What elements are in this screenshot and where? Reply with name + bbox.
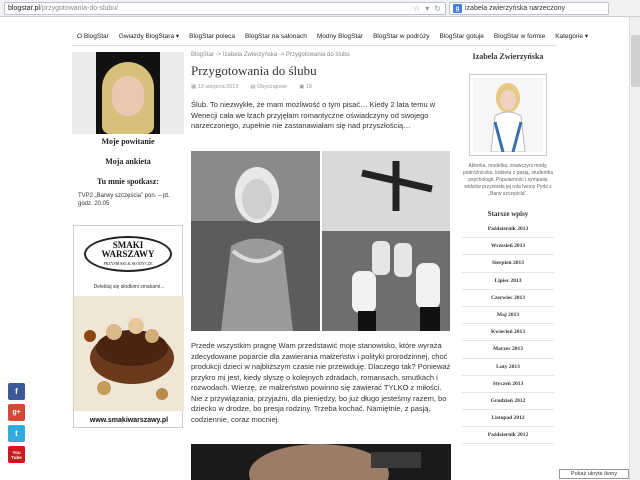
archive-item[interactable]: Styczeń 2013 (462, 376, 554, 393)
post-intro: Ślub. To niezwykłe, że mam możliwość o t… (191, 100, 436, 130)
tv-schedule: TVP2 „Barwy szczęścia” pon. – pt. godz. … (78, 193, 170, 207)
nav-item[interactable]: BlogStar poleca (184, 33, 240, 40)
nav-item[interactable]: BlogStar w podróży (368, 33, 434, 40)
shoes-photo-illustration (322, 151, 450, 331)
post-date: ▦ 13 sierpnia 2013 (191, 84, 239, 90)
google-plus-icon[interactable]: g+ (8, 404, 25, 421)
archive-item[interactable]: Marzec 2013 (462, 341, 554, 359)
scrollbar-thumb[interactable] (631, 35, 640, 87)
search-value: izabela zwierzyńska narzeczony (465, 5, 565, 12)
post-body: Przede wszystkim pragnę Wam przedstawić … (191, 341, 451, 424)
address-bar[interactable]: blogstar.pl /przygotowania-do-slubu/ ☆ ▾… (4, 2, 446, 15)
author-portrait[interactable] (72, 52, 184, 134)
archive-item[interactable]: Listopad 2012 (462, 410, 554, 428)
ad-logo: SMAKI WARSZAWY PRZYSMAKI & SŁODYCZE (84, 236, 172, 272)
main-nav: O BlogStar Gwiazdy BlogStara ▾ BlogStar … (72, 28, 588, 44)
sidebar: Izabela Zwierzyńska Aktorka, modelka, zn… (462, 52, 554, 445)
tray-tooltip: Pokaż ukryte ikony (559, 469, 629, 479)
man-photo-illustration (191, 444, 451, 480)
nav-item[interactable]: BlogStar na salonach (240, 33, 312, 40)
post-photo-man[interactable] (191, 444, 451, 480)
star-icon[interactable]: ☆ (413, 4, 420, 13)
left-column: Moje powitanie Moja ankieta Tu mnie spot… (72, 52, 184, 208)
nav-item[interactable]: Kategorie ▾ (550, 32, 593, 40)
post-date-text: 13 sierpnia 2013 (197, 84, 239, 90)
url-path: /przygotowania-do-slubu/ (39, 5, 119, 12)
ad-tagline: Delektuj się słodkimi smakami... (93, 284, 165, 290)
comment-count-text: 19 (305, 84, 312, 90)
sweets-advert[interactable]: SMAKI WARSZAWY PRZYSMAKI & SŁODYCZE Dele… (73, 225, 184, 428)
breadcrumb[interactable]: BlogStar -> Izabela Zwierzyńska -> Przyg… (191, 52, 451, 58)
post-photo-shoes[interactable] (322, 151, 450, 331)
archive-item[interactable]: Październik 2013 (462, 221, 554, 239)
post: BlogStar -> Izabela Zwierzyńska -> Przyg… (191, 52, 451, 132)
nav-item[interactable]: Modny BlogStar (312, 33, 368, 40)
archive-item[interactable]: Sierpień 2013 (462, 255, 554, 273)
archive-item[interactable]: Czerwiec 2013 (462, 290, 554, 307)
sidebar-author-name: Izabela Zwierzyńska (472, 52, 544, 61)
search-box[interactable]: g izabela zwierzyńska narzeczony (449, 2, 609, 15)
sidebar-photo-illustration (473, 78, 543, 153)
meet-me-heading: Tu mnie spotkasz: (97, 177, 159, 186)
archive-item[interactable]: Kwiecień 2013 (462, 324, 554, 342)
portrait-pattern (160, 52, 184, 134)
google-icon: g (453, 4, 462, 13)
post-meta: ▦ 13 sierpnia 2013 ▤ Obyczajowe ▣ 19 (191, 84, 451, 90)
ad-url: www.smakiwarszawy.pl (89, 417, 169, 424)
portrait-pattern (72, 52, 96, 134)
survey-link[interactable]: Moja ankieta (72, 157, 184, 166)
sidebar-photo[interactable] (469, 74, 547, 156)
portrait-face (112, 76, 144, 116)
url-domain: blogstar.pl (8, 5, 40, 12)
nav-item[interactable]: BlogStar gotuje (434, 33, 488, 40)
browser-toolbar: blogstar.pl /przygotowania-do-slubu/ ☆ ▾… (0, 0, 640, 17)
nav-divider (72, 45, 556, 46)
address-bar-icons: ☆ ▾ ↻ (413, 4, 445, 13)
post-title[interactable]: Przygotowania do ślubu (191, 63, 451, 79)
dropdown-icon[interactable]: ▾ (425, 4, 429, 13)
archive-title: Starsze wpisy (487, 210, 529, 218)
scrollbar[interactable] (629, 17, 640, 480)
facebook-icon[interactable]: f (8, 383, 25, 400)
comment-count[interactable]: ▣ 19 (299, 84, 312, 90)
nav-item[interactable]: Gwiazdy BlogStara ▾ (114, 32, 184, 40)
archive-item[interactable]: Grudzień 2012 (462, 393, 554, 411)
youtube-icon[interactable]: You Tube (8, 446, 25, 463)
ad-brand-sub: PRZYSMAKI & SŁODYCZE (103, 260, 153, 266)
archive-list: Październik 2013 Wrzesień 2013 Sierpień … (462, 221, 554, 445)
refresh-icon[interactable]: ↻ (434, 4, 441, 13)
post-category[interactable]: ▤ Obyczajowe (250, 84, 287, 90)
archive-item[interactable]: Październik 2012 (462, 427, 554, 445)
post-category-text: Obyczajowe (257, 84, 288, 90)
welcome-link[interactable]: Moje powitanie (72, 137, 184, 146)
post-photo-woman[interactable] (191, 151, 320, 331)
archive-item[interactable]: Luty 2013 (462, 359, 554, 376)
sidebar-bio: Aktorka, modelka, znawczyni mody, podróż… (462, 163, 554, 197)
woman-photo-illustration (191, 151, 320, 331)
nav-item[interactable]: BlogStar w formie (489, 33, 550, 40)
twitter-icon[interactable]: t (8, 425, 25, 442)
cake-illustration (84, 318, 174, 400)
nav-item[interactable]: O BlogStar (72, 33, 114, 40)
ad-cake-image (74, 296, 184, 411)
archive-item[interactable]: Wrzesień 2013 (462, 238, 554, 256)
archive-item[interactable]: Lipiec 2013 (462, 273, 554, 290)
archive-item[interactable]: Maj 2013 (462, 307, 554, 325)
ad-brand-line2: WARSZAWY (101, 248, 155, 259)
